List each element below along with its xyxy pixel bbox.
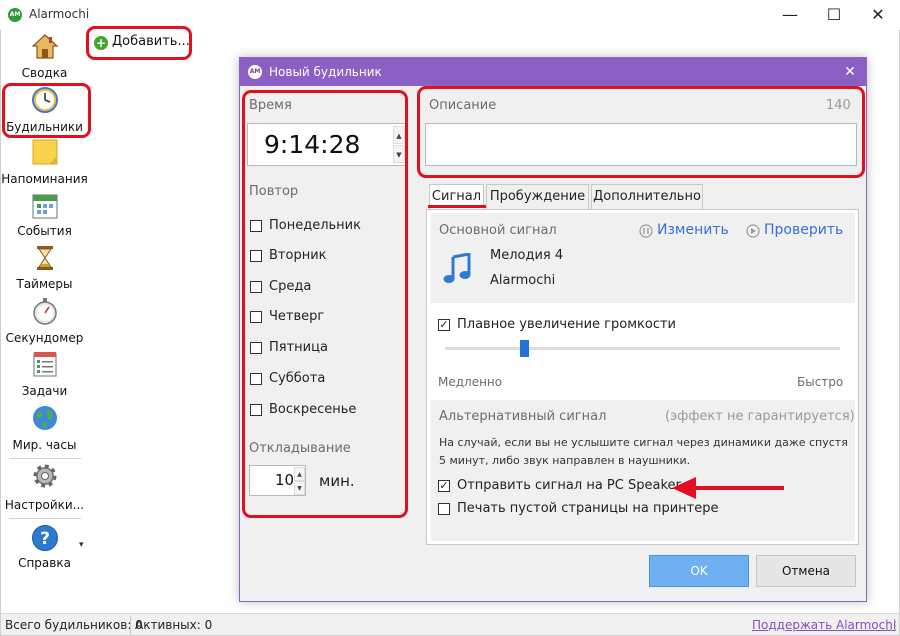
total-alarms-count: Всего будильников: 0	[5, 618, 143, 632]
sticky-note-icon	[32, 139, 58, 165]
sidebar-item-label: События	[17, 224, 72, 238]
sidebar-item-help[interactable]: ? Справка	[1, 524, 88, 570]
checkbox[interactable]: ✓	[438, 480, 450, 492]
gear-icon	[33, 464, 57, 488]
wrench-icon	[639, 224, 653, 238]
checkbox[interactable]: ✓	[438, 319, 450, 331]
window-title: Alarmochi	[29, 7, 90, 21]
sidebar-item-tasks[interactable]: Задачи	[1, 350, 88, 398]
sidebar-separator	[9, 458, 81, 459]
stopwatch-icon	[33, 298, 57, 325]
sidebar-item-label: Настройки...	[4, 498, 85, 512]
dialog-close-button[interactable]: ✕	[838, 62, 862, 82]
sidebar-item-label: Справка	[18, 556, 71, 570]
sidebar-item-reminders[interactable]: Напоминания	[1, 138, 88, 186]
tab-wake-up[interactable]: Пробуждение	[486, 184, 589, 209]
close-button[interactable]: ✕	[855, 0, 900, 30]
music-note-icon	[443, 253, 471, 283]
signal-tab-panel: Основной сигнал Изменить Проверить Мелод…	[426, 209, 859, 545]
sidebar-item-events[interactable]: События	[1, 192, 88, 238]
sidebar-item-settings[interactable]: Настройки...	[1, 462, 88, 512]
calendar-icon	[32, 194, 58, 219]
dialog-logo-icon: AM	[248, 65, 262, 79]
annotation-underline-signal-tab	[428, 205, 486, 208]
alt-signal-label: Альтернативный сигнал	[439, 409, 607, 424]
alt-signal-desc: На случай, если вы не услышите сигнал че…	[439, 436, 848, 467]
sidebar-item-label: Мир. часы	[12, 438, 77, 452]
help-icon: ?	[32, 525, 58, 551]
annotation-highlight-add	[86, 26, 192, 60]
status-bar: Всего будильников: 0 Активных: 0 Поддерж…	[1, 613, 899, 635]
svg-text:?: ?	[40, 529, 50, 549]
task-list-icon	[33, 352, 57, 377]
annotation-highlight-description	[417, 86, 865, 178]
minimize-button[interactable]: —	[767, 0, 813, 30]
sidebar-item-summary[interactable]: Сводка	[1, 32, 88, 80]
speed-slider-track[interactable]	[445, 347, 840, 350]
checkbox-label: Плавное увеличение громкости	[457, 317, 676, 332]
fast-label: Быстро	[797, 375, 844, 389]
annotation-highlight-time-panel	[242, 90, 408, 518]
active-alarms-count: Активных: 0	[135, 618, 213, 632]
dialog-title-bar: AM Новый будильник ✕	[240, 58, 866, 86]
slow-label: Медленно	[438, 375, 503, 389]
sidebar-item-label: Задачи	[21, 384, 68, 398]
checkbox-label: Печать пустой страницы на принтере	[457, 501, 719, 516]
ok-button[interactable]: OK	[649, 555, 749, 587]
maximize-button[interactable]: ☐	[811, 0, 857, 30]
sidebar-separator	[9, 518, 81, 519]
sidebar-item-label: Сводка	[21, 66, 68, 80]
tab-advanced[interactable]: Дополнительно	[591, 184, 703, 209]
hourglass-icon	[37, 246, 53, 270]
sidebar-item-label: Секундомер	[5, 331, 84, 345]
globe-icon	[33, 406, 57, 430]
alt-signal-note: (эффект не гарантируется)	[665, 409, 855, 424]
status-separator	[130, 616, 131, 634]
speed-slider-thumb[interactable]	[519, 340, 529, 357]
main-signal-box: Основной сигнал Изменить Проверить Мелод…	[431, 213, 855, 303]
play-icon	[746, 224, 760, 238]
main-signal-label: Основной сигнал	[439, 223, 557, 238]
annotation-arrow-icon	[672, 477, 784, 499]
annotation-highlight-alarms	[2, 83, 91, 138]
cancel-button[interactable]: Отмена	[756, 555, 856, 587]
house-icon	[31, 34, 59, 59]
app-logo-icon: AM	[8, 8, 22, 22]
resize-grip-icon[interactable]	[885, 620, 897, 632]
sidebar-item-timers[interactable]: Таймеры	[1, 244, 88, 291]
checkbox-label: Отправить сигнал на PC Speaker	[457, 478, 681, 493]
sidebar-item-world-clock[interactable]: Мир. часы	[1, 404, 88, 452]
checkbox[interactable]	[438, 503, 450, 515]
change-label: Изменить	[657, 222, 729, 238]
help-dropdown-arrow-icon[interactable]: ▾	[79, 540, 84, 550]
tab-strip: Сигнал Пробуждение Дополнительно	[426, 184, 866, 210]
melody-name: Мелодия 4	[490, 248, 564, 263]
alt-signal-box: Альтернативный сигнал (эффект не гаранти…	[431, 400, 855, 541]
sidebar-item-label: Напоминания	[1, 172, 88, 186]
dialog-title: Новый будильник	[269, 65, 382, 79]
melody-source: Alarmochi	[490, 273, 556, 288]
sidebar-item-stopwatch[interactable]: Секундомер	[1, 297, 88, 345]
sidebar-item-label: Таймеры	[16, 277, 73, 291]
check-label: Проверить	[764, 222, 844, 238]
support-link[interactable]: Поддержать Alarmochi	[752, 618, 896, 632]
